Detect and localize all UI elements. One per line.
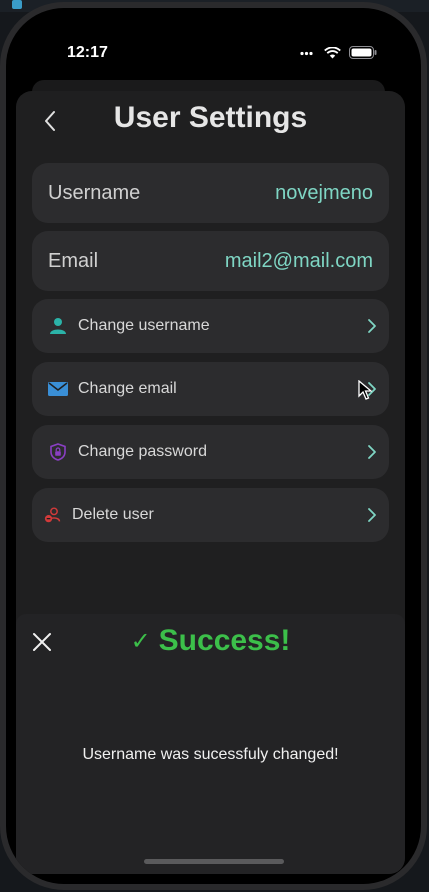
toast-title-text: Success! (158, 624, 291, 657)
battery-icon (349, 46, 377, 64)
wifi-icon (324, 46, 341, 64)
status-time: 12:17 (67, 44, 108, 61)
mouse-pointer-icon (358, 379, 373, 405)
toast-message: Username was sucessfuly changed! (82, 746, 339, 763)
toast-title: ✓ Success! (16, 624, 405, 658)
signal-icon (300, 46, 316, 64)
chevron-right-icon (367, 318, 377, 334)
email-info-row: Email mail2@mail.com (32, 231, 389, 291)
status-icons (300, 46, 377, 64)
username-info-row: Username novejmeno (32, 163, 389, 223)
username-value: novejmeno (275, 181, 373, 204)
person-icon (48, 316, 68, 336)
home-indicator[interactable] (144, 859, 284, 864)
change-email-button[interactable]: Change email (32, 362, 389, 416)
settings-sheet: User Settings Username novejmeno Email m… (16, 91, 405, 874)
change-email-label: Change email (78, 380, 177, 397)
change-password-button[interactable]: Change password (32, 425, 389, 479)
change-username-label: Change username (78, 317, 210, 334)
email-value: mail2@mail.com (224, 249, 373, 272)
page-title: User Settings (113, 101, 308, 134)
app-icon (12, 0, 22, 9)
change-password-label: Change password (78, 443, 207, 460)
delete-user-label: Delete user (72, 506, 154, 523)
delete-user-icon (44, 505, 64, 525)
shield-lock-icon (48, 442, 68, 462)
phone-screen: 12:17 User Settings Username novejmeno E… (6, 8, 421, 884)
chevron-right-icon (367, 507, 377, 523)
username-label: Username (48, 181, 141, 204)
check-icon: ✓ (130, 627, 151, 655)
change-username-button[interactable]: Change username (32, 299, 389, 353)
email-label: Email (48, 249, 99, 272)
envelope-icon (48, 379, 68, 399)
phone-frame: 12:17 User Settings Username novejmeno E… (0, 2, 427, 890)
success-toast: ✓ Success! Username was sucessfuly chang… (16, 614, 405, 874)
chevron-right-icon (367, 444, 377, 460)
delete-user-button[interactable]: Delete user (32, 488, 389, 542)
